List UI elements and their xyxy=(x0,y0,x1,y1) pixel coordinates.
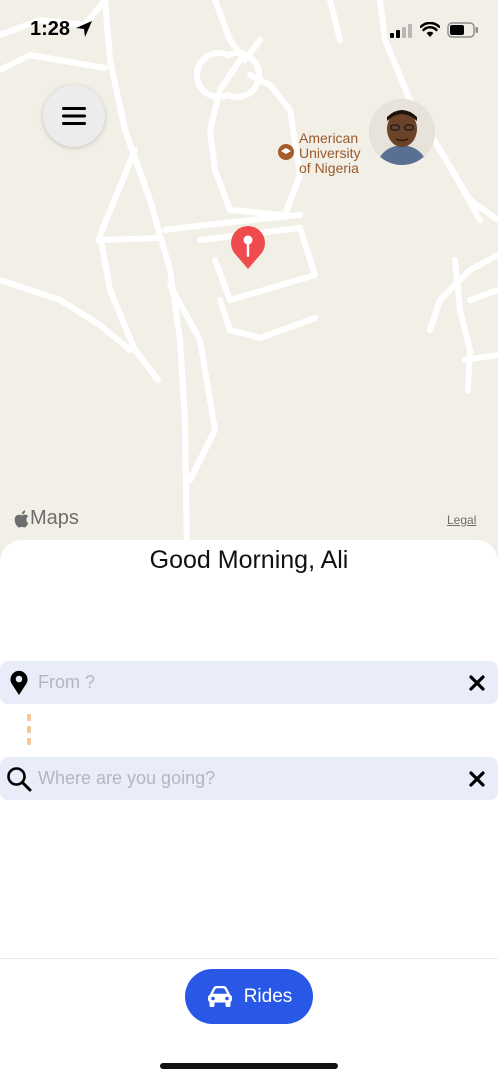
car-icon xyxy=(207,985,232,1007)
apple-maps-attribution: Maps xyxy=(14,507,79,530)
from-input[interactable] xyxy=(38,662,456,703)
close-icon xyxy=(469,770,485,787)
menu-button[interactable] xyxy=(43,85,105,147)
greeting-title: Good Morning, Ali xyxy=(149,546,349,574)
legal-link[interactable]: Legal xyxy=(447,513,476,527)
status-time: 1:28 xyxy=(30,18,71,40)
battery-icon xyxy=(447,22,478,38)
location-arrow-icon xyxy=(76,21,92,37)
bottom-sheet: Good Morning, Ali From ? Where are you g… xyxy=(0,540,498,1080)
status-bar: 1:28 xyxy=(0,0,498,60)
maps-attribution-text: Maps xyxy=(30,507,79,529)
hamburger-menu-icon xyxy=(62,107,86,125)
user-avatar-icon xyxy=(369,99,435,165)
clear-from-button[interactable] xyxy=(456,674,498,691)
map-view[interactable]: 1:28 American University of Nigeria Maps… xyxy=(0,0,498,560)
map-poi-university[interactable]: American University of Nigeria xyxy=(278,131,360,176)
clear-destination-button[interactable] xyxy=(456,770,498,787)
map-marker-icon xyxy=(0,670,38,696)
poi-label: American University of Nigeria xyxy=(299,130,361,176)
profile-avatar[interactable] xyxy=(369,99,435,165)
rides-label: Rides xyxy=(243,985,293,1007)
graduation-cap-icon xyxy=(278,144,294,160)
bottom-bar-divider xyxy=(0,958,498,959)
destination-input[interactable] xyxy=(38,758,456,799)
apple-logo-icon xyxy=(14,509,29,528)
map-roads xyxy=(0,0,498,560)
rides-button[interactable]: Rides xyxy=(185,969,313,1024)
location-pin-icon xyxy=(231,225,265,269)
close-icon xyxy=(469,674,485,691)
route-connector xyxy=(27,714,31,750)
destination-field[interactable] xyxy=(0,757,498,800)
home-indicator[interactable] xyxy=(160,1063,338,1069)
from-field[interactable] xyxy=(0,661,498,704)
cellular-signal-icon xyxy=(390,24,412,38)
wifi-icon xyxy=(420,22,440,37)
search-icon xyxy=(0,766,38,792)
